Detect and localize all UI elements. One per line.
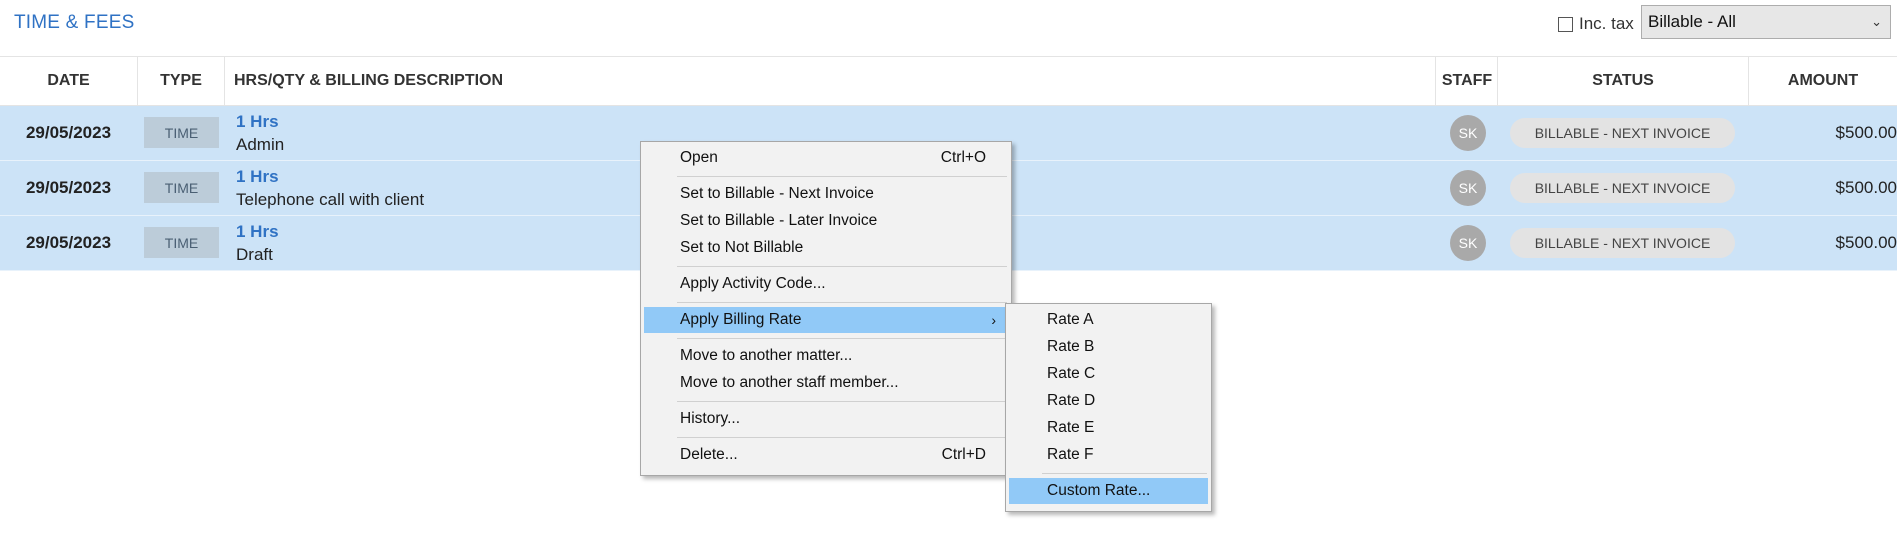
- menu-label: Rate C: [1047, 365, 1096, 382]
- checkbox-icon[interactable]: [1558, 16, 1573, 32]
- menu-separator: [677, 437, 1007, 438]
- context-menu: Open Ctrl+O Set to Billable - Next Invoi…: [640, 141, 1012, 476]
- menu-label: Move to another matter...: [680, 347, 853, 364]
- menu-label: Rate A: [1047, 311, 1094, 328]
- col-description[interactable]: HRS/QTY & BILLING DESCRIPTION: [234, 57, 503, 105]
- menu-label: Custom Rate...: [1047, 482, 1151, 499]
- status-badge: BILLABLE - NEXT INVOICE: [1510, 118, 1735, 148]
- column-divider: [224, 56, 225, 106]
- col-status[interactable]: STATUS: [1498, 57, 1748, 105]
- menu-item-move-matter[interactable]: Move to another matter...: [644, 343, 1008, 369]
- col-date[interactable]: DATE: [0, 57, 137, 105]
- table-header: DATE TYPE HRS/QTY & BILLING DESCRIPTION …: [0, 56, 1897, 106]
- submenu-item-rate-d[interactable]: Rate D: [1009, 388, 1208, 414]
- menu-item-apply-billing-rate[interactable]: Apply Billing Rate ›: [644, 307, 1008, 333]
- menu-item-set-not-billable[interactable]: Set to Not Billable: [644, 235, 1008, 261]
- column-divider: [1435, 56, 1436, 106]
- row-description: Draft: [236, 245, 273, 264]
- menu-separator: [1042, 473, 1207, 474]
- shortcut-label: Ctrl+O: [940, 149, 986, 166]
- shortcut-label: Ctrl+D: [941, 446, 986, 463]
- billing-rate-submenu: Rate A Rate B Rate C Rate D Rate E Rate …: [1005, 303, 1212, 512]
- row-amount: $500.00: [1835, 178, 1897, 197]
- type-badge: TIME: [144, 117, 219, 148]
- filter-value: Billable - All: [1648, 12, 1736, 31]
- menu-separator: [677, 338, 1007, 339]
- menu-label: Open: [680, 149, 718, 166]
- submenu-item-rate-a[interactable]: Rate A: [1009, 307, 1208, 333]
- staff-avatar: SK: [1450, 115, 1486, 151]
- row-hours[interactable]: 1 Hrs: [236, 222, 279, 242]
- chevron-right-icon: ›: [991, 312, 996, 328]
- status-badge: BILLABLE - NEXT INVOICE: [1510, 173, 1735, 203]
- menu-label: Set to Not Billable: [680, 239, 804, 256]
- row-amount: $500.00: [1835, 233, 1897, 252]
- status-badge: BILLABLE - NEXT INVOICE: [1510, 228, 1735, 258]
- section-title: TIME & FEES: [14, 12, 135, 33]
- row-amount: $500.00: [1835, 123, 1897, 142]
- menu-separator: [677, 266, 1007, 267]
- type-badge: TIME: [144, 172, 219, 203]
- col-amount[interactable]: AMOUNT: [1749, 57, 1897, 105]
- submenu-item-rate-c[interactable]: Rate C: [1009, 361, 1208, 387]
- menu-item-move-staff[interactable]: Move to another staff member...: [644, 370, 1008, 396]
- menu-item-apply-activity-code[interactable]: Apply Activity Code...: [644, 271, 1008, 297]
- menu-separator: [677, 176, 1007, 177]
- menu-label: Set to Billable - Next Invoice: [680, 185, 874, 202]
- menu-item-open[interactable]: Open Ctrl+O: [644, 145, 1008, 171]
- menu-item-delete[interactable]: Delete... Ctrl+D: [644, 442, 1008, 468]
- column-divider: [137, 56, 138, 106]
- row-date: 29/05/2023: [25, 123, 112, 142]
- col-type[interactable]: TYPE: [138, 57, 224, 105]
- type-badge: TIME: [144, 227, 219, 258]
- menu-label: Set to Billable - Later Invoice: [680, 212, 878, 229]
- submenu-item-rate-f[interactable]: Rate F: [1009, 442, 1208, 468]
- row-hours[interactable]: 1 Hrs: [236, 167, 279, 187]
- row-description: Admin: [236, 135, 285, 154]
- menu-label: Rate B: [1047, 338, 1095, 355]
- submenu-item-custom-rate[interactable]: Custom Rate...: [1009, 478, 1208, 504]
- inc-tax-checkbox[interactable]: Inc. tax: [1558, 14, 1634, 34]
- menu-label: Rate D: [1047, 392, 1096, 409]
- menu-separator: [677, 401, 1007, 402]
- row-date: 29/05/2023: [25, 178, 112, 197]
- billable-filter-dropdown[interactable]: Billable - All ⌄: [1641, 5, 1891, 39]
- submenu-item-rate-b[interactable]: Rate B: [1009, 334, 1208, 360]
- row-hours[interactable]: 1 Hrs: [236, 112, 279, 132]
- inc-tax-label: Inc. tax: [1579, 14, 1634, 33]
- menu-label: Delete...: [680, 446, 738, 463]
- submenu-item-rate-e[interactable]: Rate E: [1009, 415, 1208, 441]
- menu-label: Apply Activity Code...: [680, 275, 826, 292]
- row-date: 29/05/2023: [25, 233, 112, 252]
- row-description: Telephone call with client: [236, 190, 425, 209]
- menu-label: History...: [680, 410, 740, 427]
- menu-label: Apply Billing Rate: [680, 311, 802, 328]
- menu-label: Rate F: [1047, 446, 1094, 463]
- menu-separator: [677, 302, 1007, 303]
- col-staff[interactable]: STAFF: [1436, 57, 1498, 105]
- staff-avatar: SK: [1450, 225, 1486, 261]
- menu-label: Move to another staff member...: [680, 374, 899, 391]
- menu-item-set-billable-next[interactable]: Set to Billable - Next Invoice: [644, 181, 1008, 207]
- column-divider: [1748, 56, 1749, 106]
- menu-item-history[interactable]: History...: [644, 406, 1008, 432]
- chevron-down-icon: ⌄: [1871, 14, 1882, 29]
- column-divider: [1497, 56, 1498, 106]
- menu-label: Rate E: [1047, 419, 1095, 436]
- menu-item-set-billable-later[interactable]: Set to Billable - Later Invoice: [644, 208, 1008, 234]
- staff-avatar: SK: [1450, 170, 1486, 206]
